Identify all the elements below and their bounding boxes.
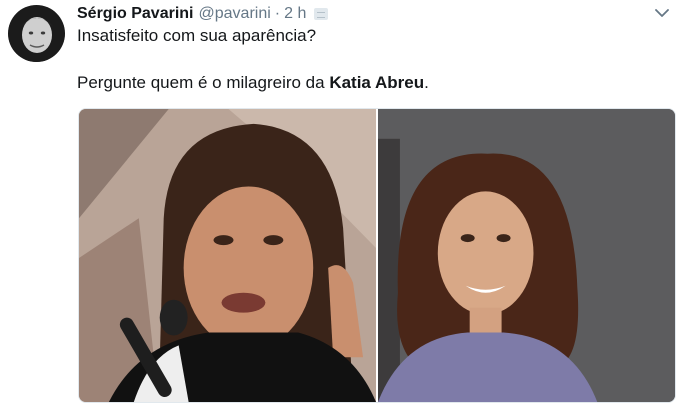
separator-dot: · [274,5,281,22]
tweet-text-prefix: Pergunte quem é o milagreiro da [77,73,330,92]
photo-left[interactable] [79,109,376,402]
avatar-image [8,5,65,62]
chevron-down-icon [655,8,669,17]
tweet-menu-button[interactable] [652,5,672,21]
tweet-text-line-1: Insatisfeito com sua aparência? [77,26,317,45]
tweet-time[interactable]: 2 h [284,5,306,23]
author-handle[interactable]: @pavarini [199,5,271,23]
author-name[interactable]: Sérgio Pavarini [77,5,194,23]
tweet-text-suffix: . [424,73,429,92]
photo-left-image [79,109,376,402]
tweet-extra-icon [314,8,329,20]
photo-right[interactable] [378,109,675,402]
tweet-media [78,108,676,403]
avatar[interactable] [8,5,65,62]
tweet-text-bold: Katia Abreu [329,73,425,92]
photo-right-image [378,109,675,402]
tweet-header: Sérgio Pavarini @pavarini · 2 h [77,3,329,25]
tweet-text-line-2: Pergunte quem é o milagreiro da Katia Ab… [77,73,429,93]
